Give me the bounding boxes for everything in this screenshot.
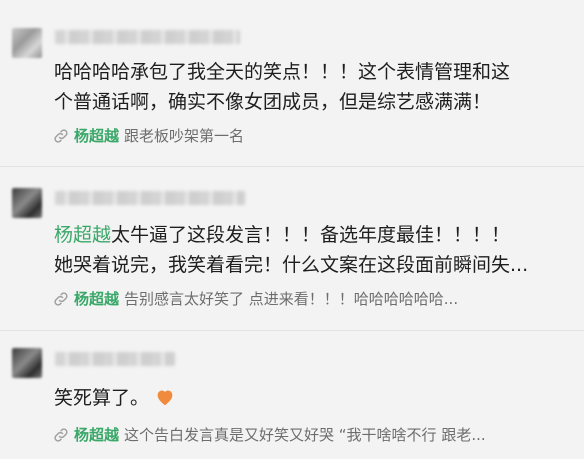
linked-topic-name[interactable]: 杨超越 [74,426,119,444]
orange-heart-icon [157,390,173,406]
linked-post-title[interactable]: 告别感言太好笑了 点进来看！！！哈哈哈哈哈哈... [124,290,458,308]
mention-name[interactable]: 杨超越 [54,224,111,246]
linked-topic-name[interactable]: 杨超越 [74,290,119,308]
username-blurred[interactable] [55,30,240,44]
linked-post[interactable]: 杨超越 告别感言太好笑了 点进来看！！！哈哈哈哈哈哈... [52,287,577,311]
avatar[interactable] [12,348,42,378]
comment-item: 杨超越太牛逼了这段发言！！！备选年度最佳！！！！ 她哭着说完，我笑着看完！什么文… [0,176,584,328]
comment-text-line: 哈哈哈哈承包了我全天的笑点！！！这个表情管理和这 [54,61,511,83]
avatar[interactable] [12,188,42,218]
comment-text-line: 杨超越太牛逼了这段发言！！！备选年度最佳！！！！ [54,224,511,246]
comment-text: 笑死算了。 [54,383,569,413]
link-icon [54,292,68,306]
avatar[interactable] [12,28,42,58]
linked-post[interactable]: 杨超越 跟老板吵架第一名 [52,124,577,148]
comment-item: 哈哈哈哈承包了我全天的笑点！！！这个表情管理和这 个普通话啊，确实不像女团成员，… [0,0,584,164]
link-icon [54,129,68,143]
comment-text-line: 她哭着说完，我笑着看完！什么文案在这段面前瞬间失... [54,254,529,276]
linked-post-title[interactable]: 跟老板吵架第一名 [124,127,244,145]
comment-text: 杨超越太牛逼了这段发言！！！备选年度最佳！！！！ 她哭着说完，我笑着看完！什么文… [54,220,569,280]
username-blurred[interactable] [55,191,245,205]
linked-topic-name[interactable]: 杨超越 [74,127,119,145]
divider [0,166,584,167]
comment-text-line: 个普通话啊，确实不像女团成员，但是综艺感满满！ [54,91,492,113]
linked-post[interactable]: 杨超越 这个告白发言真是又好笑又好哭 “我干啥啥不行 跟老... [52,423,577,447]
username-blurred[interactable] [55,352,175,366]
comment-feed: 哈哈哈哈承包了我全天的笑点！！！这个表情管理和这 个普通话啊，确实不像女团成员，… [0,0,584,459]
comment-text-line: 笑死算了。 [54,383,569,413]
link-icon [54,428,68,442]
comment-item: 笑死算了。 杨超越 这个告白发言真是又好笑又好哭 “我干啥啥不行 跟老... [0,338,584,459]
divider [0,330,584,331]
comment-text: 哈哈哈哈承包了我全天的笑点！！！这个表情管理和这 个普通话啊，确实不像女团成员，… [54,57,569,117]
linked-post-title[interactable]: 这个告白发言真是又好笑又好哭 “我干啥啥不行 跟老... [124,426,486,444]
